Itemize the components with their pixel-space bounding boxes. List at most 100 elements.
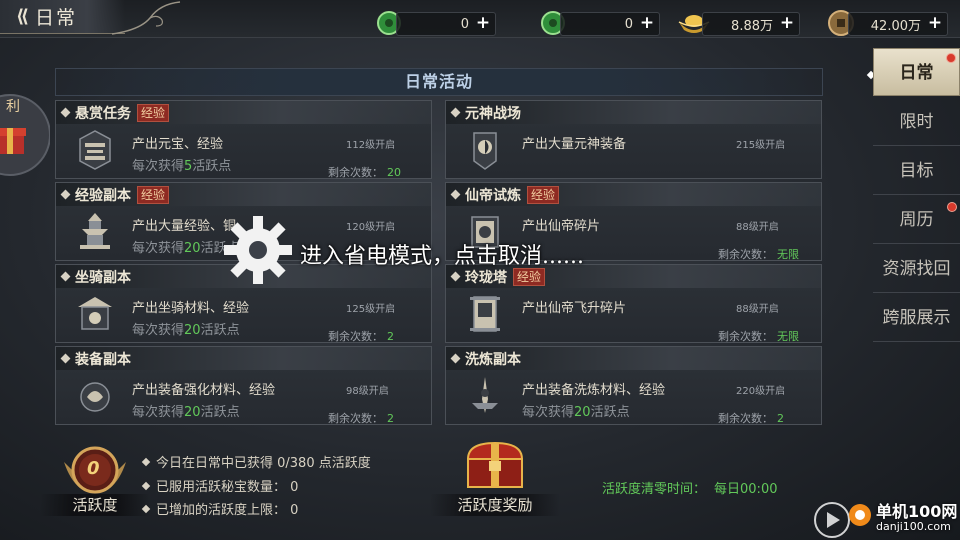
card-description: 产出元宝、经验 bbox=[132, 137, 224, 152]
info-line: 已增加的活跃度上限： 0 bbox=[141, 499, 298, 518]
tab-cross-server[interactable]: 跨服展示 bbox=[873, 294, 960, 342]
tab-label: 日常 bbox=[899, 63, 934, 83]
add-bound-jade-button[interactable]: + bbox=[639, 15, 655, 32]
card-remaining: 剩余次数： 20 bbox=[328, 166, 401, 179]
info-line: 已服用活跃秘宝数量： 0 bbox=[141, 476, 298, 495]
resource-value: 42.00万 bbox=[870, 18, 921, 34]
soul-battle-icon bbox=[473, 132, 497, 170]
reward-label[interactable]: 活跃度奖励 bbox=[430, 494, 560, 516]
exp-tag: 经验 bbox=[137, 103, 170, 122]
page-title: 日常 bbox=[34, 7, 77, 29]
diamond-bullet-icon bbox=[450, 353, 461, 364]
mount-pavilion-icon bbox=[78, 297, 112, 330]
activity-label: 活跃度 bbox=[40, 494, 150, 516]
card-name: 悬赏任务 bbox=[75, 105, 131, 122]
info-line: 今日在日常中已获得 0/380 点活跃度 bbox=[141, 452, 371, 471]
card-remaining: 剩余次数： 无限 bbox=[718, 248, 799, 261]
equipment-icon bbox=[80, 382, 110, 412]
reset-time: 活跃度清零时间： 每日00:00 bbox=[602, 482, 778, 497]
sidebar: 日常 限时 目标 周历 资源找回 跨服展示 bbox=[873, 48, 960, 348]
gear-icon bbox=[224, 216, 292, 284]
diamond-bullet-icon bbox=[60, 353, 71, 364]
card-description: 产出大量元神装备 bbox=[522, 137, 627, 152]
card-unlock-level: 125级开启 bbox=[346, 304, 396, 315]
card-name: 经验副本 bbox=[75, 187, 131, 204]
activity-card-linglong-tower[interactable]: 玲珑塔 经验 产出仙帝飞升碎片 88级开启 剩余次数： 无限 bbox=[445, 264, 822, 343]
activity-card-equipment-dungeon[interactable]: 装备副本 产出装备强化材料、经验 每次获得20活跃点 98级开启 剩余次数： 2 bbox=[55, 346, 432, 425]
tab-limited[interactable]: 限时 bbox=[873, 98, 960, 146]
tab-daily[interactable]: 日常 bbox=[873, 48, 960, 96]
card-name: 元神战场 bbox=[465, 105, 521, 122]
card-remaining: 剩余次数： 2 bbox=[328, 330, 394, 343]
card-description: 产出仙帝碎片 bbox=[522, 219, 601, 234]
card-name: 仙帝试炼 bbox=[465, 187, 521, 204]
card-remaining: 剩余次数： 2 bbox=[328, 412, 394, 425]
diamond-bullet-icon bbox=[60, 107, 71, 118]
power-saving-toast[interactable]: 进入省电模式，点击取消...... bbox=[300, 238, 584, 270]
card-unlock-level: 220级开启 bbox=[736, 386, 786, 397]
tab-label: 资源找回 bbox=[882, 259, 951, 279]
card-points: 每次获得5活跃点 bbox=[132, 159, 232, 174]
diamond-bullet-icon bbox=[141, 504, 151, 513]
card-points: 每次获得20活跃点 bbox=[522, 405, 630, 420]
tab-label: 限时 bbox=[899, 112, 934, 132]
diamond-bullet-icon bbox=[60, 189, 71, 200]
diamond-bullet-icon bbox=[450, 107, 461, 118]
watermark-logo-icon bbox=[849, 504, 871, 526]
exp-tag: 经验 bbox=[513, 267, 546, 286]
card-unlock-level: 215级开启 bbox=[736, 140, 786, 151]
tower-scroll-icon bbox=[470, 296, 500, 332]
card-unlock-level: 120级开启 bbox=[346, 222, 396, 233]
tab-goals[interactable]: 目标 bbox=[873, 147, 960, 195]
add-gold-button[interactable]: + bbox=[779, 15, 795, 32]
tab-resource-recovery[interactable]: 资源找回 bbox=[873, 245, 960, 293]
cloud-swirl-icon bbox=[111, 1, 181, 35]
bounty-scroll-icon bbox=[79, 130, 111, 170]
card-name: 坐骑副本 bbox=[75, 269, 131, 286]
resource-value: 0 bbox=[624, 16, 633, 32]
card-points: 每次获得20活跃点 bbox=[132, 405, 240, 420]
card-name: 装备副本 bbox=[75, 351, 131, 368]
activity-card-soul-battle[interactable]: 元神战场 产出大量元神装备 215级开启 bbox=[445, 100, 822, 179]
panel-header: 日常活动 bbox=[55, 68, 823, 96]
diamond-bullet-icon bbox=[450, 189, 461, 200]
card-unlock-level: 98级开启 bbox=[346, 386, 389, 397]
resource-value: 0 bbox=[460, 16, 469, 32]
notification-dot-icon bbox=[946, 53, 956, 63]
card-unlock-level: 88级开启 bbox=[736, 222, 779, 233]
diamond-bullet-icon bbox=[141, 457, 151, 466]
activity-card-bounty[interactable]: 悬赏任务 经验 产出元宝、经验 每次获得5活跃点 112级开启 剩余次数： 20 bbox=[55, 100, 432, 179]
diamond-bullet-icon bbox=[60, 271, 71, 282]
card-description: 产出装备洗炼材料、经验 bbox=[522, 383, 666, 398]
add-jade-button[interactable]: + bbox=[475, 15, 491, 32]
watermark-name: 单机100网 bbox=[876, 502, 958, 521]
welfare-label: 利 bbox=[6, 99, 20, 115]
diamond-bullet-icon bbox=[141, 481, 151, 490]
activity-value: 0 bbox=[87, 458, 100, 479]
watermark-play-icon bbox=[814, 502, 850, 538]
resource-copper: 42.00万 + bbox=[848, 12, 948, 36]
card-remaining: 剩余次数： 2 bbox=[718, 412, 784, 425]
diamond-bullet-icon bbox=[450, 271, 461, 282]
card-header: 仙帝试炼 经验 bbox=[446, 183, 821, 206]
activity-card-refine-dungeon[interactable]: 洗炼副本 产出装备洗炼材料、经验 每次获得20活跃点 220级开启 剩余次数： 2 bbox=[445, 346, 822, 425]
card-header: 元神战场 bbox=[446, 101, 821, 124]
treasure-chest-icon[interactable] bbox=[462, 437, 528, 493]
card-header: 经验副本 经验 bbox=[56, 183, 431, 206]
back-button[interactable]: ⟪ 日常 bbox=[0, 0, 125, 34]
tab-label: 跨服展示 bbox=[882, 308, 951, 328]
card-unlock-level: 112级开启 bbox=[346, 140, 396, 151]
tab-weekly-calendar[interactable]: 周历 bbox=[873, 196, 960, 244]
back-arrow-icon: ⟪ bbox=[16, 6, 29, 27]
notification-dot-icon bbox=[947, 202, 957, 212]
card-points: 每次获得20活跃点 bbox=[132, 323, 240, 338]
resource-bound-jade: 0 + bbox=[560, 12, 660, 36]
add-copper-button[interactable]: + bbox=[927, 15, 943, 32]
resource-value: 8.88万 bbox=[731, 18, 773, 34]
exp-tag: 经验 bbox=[137, 185, 170, 204]
tab-label: 周历 bbox=[899, 210, 934, 230]
card-header: 洗炼副本 bbox=[446, 347, 821, 370]
card-remaining: 剩余次数： 无限 bbox=[718, 330, 799, 343]
card-name: 洗炼副本 bbox=[465, 351, 521, 368]
card-header: 装备副本 bbox=[56, 347, 431, 370]
